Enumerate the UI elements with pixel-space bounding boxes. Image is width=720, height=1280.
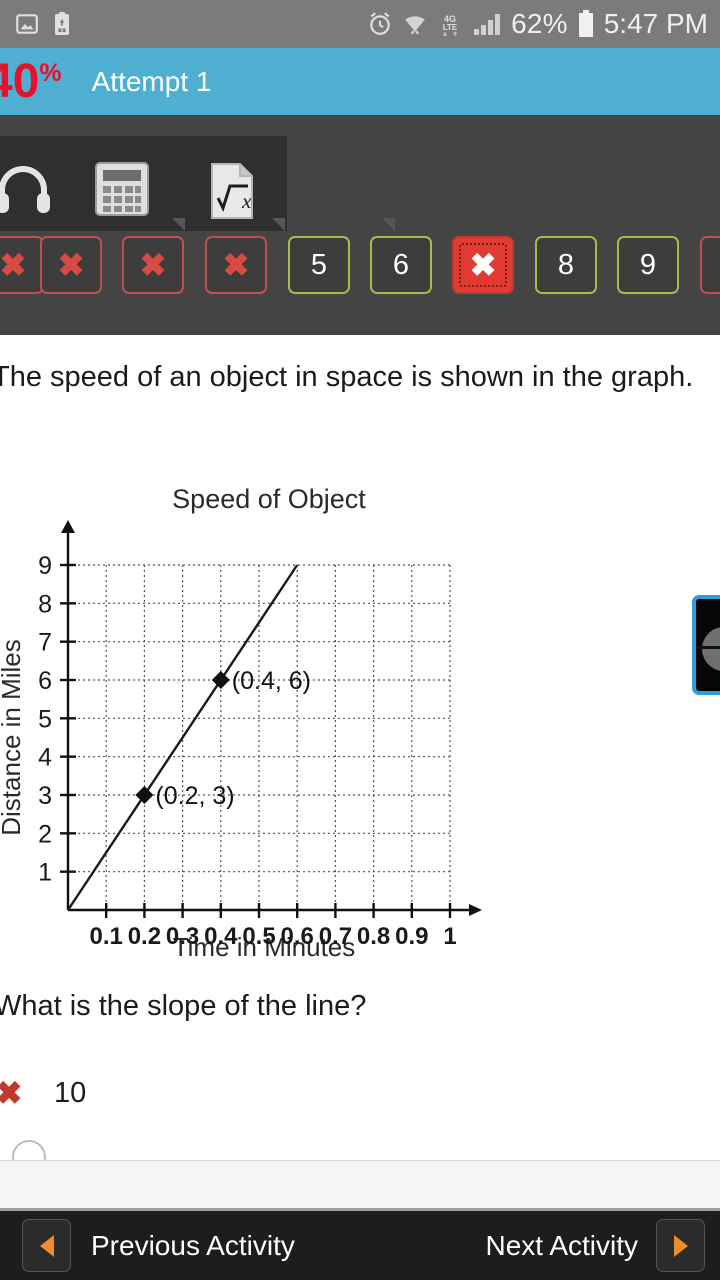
svg-text:5: 5	[38, 705, 52, 733]
svg-text:1: 1	[443, 923, 456, 950]
question-text: What is the slope of the line?	[0, 990, 367, 1022]
arrow-right-icon	[673, 1234, 688, 1257]
question-number-label: 6	[392, 248, 410, 281]
svg-text:0.4: 0.4	[204, 923, 238, 950]
tool-caret-1	[172, 218, 185, 231]
question-button-9[interactable]: 9	[617, 236, 679, 294]
screenshot-icon	[14, 11, 40, 37]
svg-text:LTE: LTE	[443, 23, 458, 32]
svg-text:0.1: 0.1	[90, 923, 123, 950]
battery-saver-icon	[50, 11, 74, 37]
svg-text:7: 7	[38, 629, 52, 657]
svg-text:(0.4, 6): (0.4, 6)	[232, 667, 311, 695]
app-screen: 4GLTE 62% 5:47 PM 40 % Attempt 1	[0, 0, 720, 1280]
android-status-bar: 4G LTE 62% 5:47 PM	[0, 0, 720, 48]
incorrect-icon: ✖	[0, 1075, 23, 1111]
battery-percent-label: 62%	[511, 8, 568, 39]
wrong-icon: ✖	[139, 247, 167, 283]
video-thumbnail-image	[702, 627, 720, 671]
question-content: The speed of an object in space is shown…	[0, 335, 720, 1208]
question-button-current[interactable]: ✖	[452, 236, 514, 294]
question-nav-row: ✖ ✖ ✖ ✖ 5 6 ✖ 8 9 ✖	[0, 236, 720, 296]
content-bottom-band	[0, 1160, 720, 1208]
previous-activity-button[interactable]	[22, 1219, 71, 1272]
cell-signal-icon	[472, 11, 502, 37]
answer-choice-1[interactable]: ✖ 10	[0, 1070, 400, 1116]
score-percent-value: 40	[0, 54, 40, 108]
arrow-left-icon	[39, 1234, 54, 1257]
percent-symbol: %	[39, 58, 62, 87]
svg-text:2: 2	[38, 820, 52, 848]
lte-4g-icon: 4G LTE	[437, 11, 463, 37]
svg-text:0.8: 0.8	[357, 923, 390, 950]
tool-caret-2	[272, 218, 285, 231]
svg-text:0.5: 0.5	[242, 923, 275, 950]
question-button[interactable]: ✖	[122, 236, 184, 294]
svg-text:8: 8	[38, 590, 52, 618]
previous-activity-group[interactable]: Previous Activity	[22, 1219, 295, 1272]
svg-text:6: 6	[38, 667, 52, 695]
question-button[interactable]: ✖	[700, 236, 720, 294]
wifi-icon	[402, 11, 428, 37]
svg-text:(0.2, 3): (0.2, 3)	[155, 782, 234, 810]
svg-text:0.2: 0.2	[128, 923, 161, 950]
wrong-icon: ✖	[222, 247, 250, 283]
svg-text:9: 9	[38, 552, 52, 580]
svg-text:x: x	[241, 189, 252, 213]
score-percent: 40 %	[0, 54, 62, 108]
wrong-icon: ✖	[0, 247, 27, 283]
next-activity-label: Next Activity	[485, 1229, 638, 1261]
headphones-icon[interactable]	[0, 160, 54, 218]
chart-svg: Speed of ObjectDistance in MilesTime in …	[0, 484, 482, 962]
question-button[interactable]: ✖	[40, 236, 102, 294]
svg-text:0.6: 0.6	[281, 923, 314, 950]
svg-text:0.9: 0.9	[395, 923, 428, 950]
question-button[interactable]: ✖	[0, 236, 44, 294]
clock-label: 5:47 PM	[603, 8, 708, 39]
svg-text:Distance in Miles: Distance in Miles	[0, 639, 26, 836]
speed-of-object-chart: Speed of Object Distance in Miles Time in …	[0, 470, 490, 962]
svg-text:0.7: 0.7	[319, 923, 352, 950]
svg-text:Speed of Object: Speed of Object	[172, 484, 366, 514]
status-bar-left-icons	[0, 11, 74, 37]
svg-text:0.3: 0.3	[166, 923, 199, 950]
tool-caret-3	[382, 218, 395, 231]
question-button-6[interactable]: 6	[370, 236, 432, 294]
alarm-icon	[367, 11, 393, 37]
bottom-navigation-bar: Previous Activity Next Activity	[0, 1208, 720, 1280]
attempt-label: Attempt 1	[91, 65, 212, 97]
formula-sheet-icon[interactable]: x	[200, 160, 262, 222]
svg-text:3: 3	[38, 782, 52, 810]
video-player-thumbnail[interactable]	[692, 595, 720, 695]
wrong-icon: ✖	[57, 247, 85, 283]
question-button-8[interactable]: 8	[535, 236, 597, 294]
next-activity-group[interactable]: Next Activity	[486, 1219, 705, 1272]
video-thumbnail-divider	[696, 646, 720, 649]
svg-text:1: 1	[38, 859, 52, 887]
question-button[interactable]: ✖	[205, 236, 267, 294]
status-bar-right-icons: 4G LTE 62% 5:47 PM	[367, 8, 720, 40]
attempt-bar: 40 % Attempt 1	[0, 48, 720, 115]
svg-text:4: 4	[38, 744, 52, 772]
battery-icon	[577, 10, 595, 38]
question-button-5[interactable]: 5	[288, 236, 350, 294]
prompt-text: The speed of an object in space is shown…	[0, 361, 694, 393]
answer-choice-label: 10	[54, 1076, 87, 1109]
question-number-label: 9	[639, 248, 657, 281]
focus-ring	[459, 243, 507, 287]
previous-activity-label: Previous Activity	[91, 1229, 295, 1261]
question-number-label: 8	[557, 248, 575, 281]
next-activity-button[interactable]	[656, 1219, 705, 1272]
calculator-icon[interactable]	[92, 160, 152, 218]
question-number-label: 5	[310, 248, 328, 281]
